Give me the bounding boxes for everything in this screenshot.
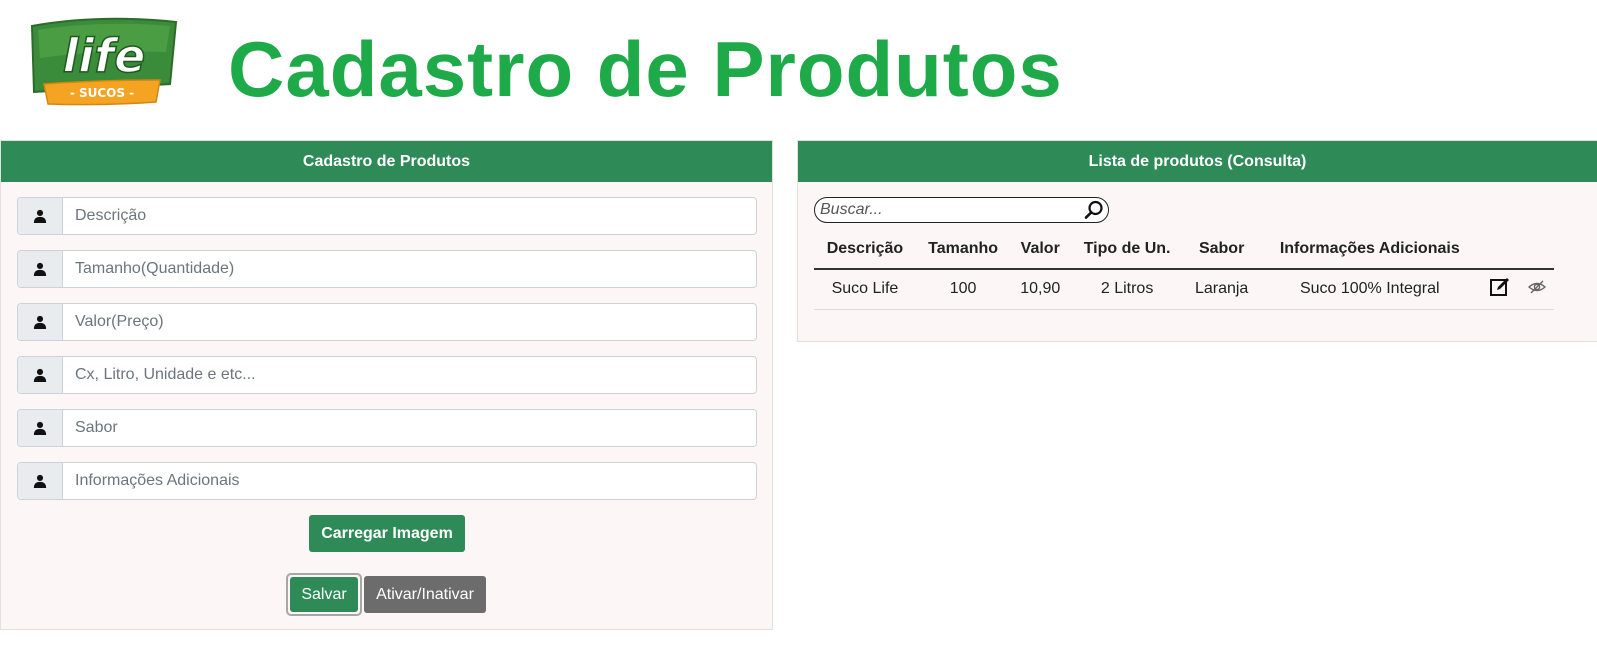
form-panel-title: Cadastro de Produtos [1,141,772,182]
column-header: Tipo de Un. [1083,239,1171,257]
additional-info-input[interactable] [63,463,756,499]
column-header: Sabor [1198,239,1245,257]
load-image-button[interactable]: Carregar Imagem [309,515,465,552]
product-table: Descrição Tamanho Valor Tipo de Un. Sabo… [814,229,1554,310]
list-panel-title: Lista de produtos (Consulta) [798,141,1597,182]
additional-info-field [17,462,757,500]
user-icon [18,198,63,234]
cell-description: Suco Life [831,280,899,298]
size-input[interactable] [63,251,756,287]
user-icon [18,304,63,340]
product-list-panel: Lista de produtos (Consulta) Descrição T… [797,140,1597,342]
search-input[interactable] [815,201,1080,219]
page-header: life - SUCOS - Cadastro de Produtos [0,0,1597,140]
search-icon[interactable] [1080,200,1108,220]
cell-flavor: Laranja [1194,280,1249,298]
activate-deactivate-button[interactable]: Ativar/Inativar [364,576,486,613]
price-field [17,303,757,341]
svg-text:life: life [63,29,146,83]
cell-price: 10,90 [1020,280,1061,298]
table-row[interactable]: Suco Life 100 10,90 2 Litros Laranja Suc… [814,269,1554,309]
user-icon [18,463,63,499]
edit-cell [1480,269,1519,309]
unit-type-field [17,356,757,394]
cell-additional-info: Suco 100% Integral [1299,280,1440,298]
actions-column-header [1519,229,1554,269]
visibility-cell [1519,269,1554,309]
save-button-focus-ring: Salvar [286,573,362,616]
page-title: Cadastro de Produtos [228,25,1063,113]
size-field [17,250,757,288]
column-header: Informações Adicionais [1279,239,1460,257]
edit-icon[interactable] [1489,276,1511,303]
user-icon [18,251,63,287]
column-header: Descrição [826,239,904,257]
cell-size: 100 [949,280,977,298]
column-header: Tamanho [928,239,999,257]
flavor-input[interactable] [63,410,756,446]
save-button[interactable]: Salvar [290,577,358,612]
cell-unit-type: 2 Litros [1100,280,1154,298]
column-header: Valor [1020,239,1060,257]
user-icon [18,357,63,393]
actions-column-header [1480,229,1519,269]
svg-text:- SUCOS -: - SUCOS - [70,86,134,100]
product-form-panel: Cadastro de Produtos Ca [0,140,773,630]
table-header-row: Descrição Tamanho Valor Tipo de Un. Sabo… [814,229,1554,269]
flavor-field [17,409,757,447]
description-input[interactable] [63,198,756,234]
life-sucos-logo: life - SUCOS - [30,17,178,106]
eye-off-icon[interactable] [1527,278,1546,301]
price-input[interactable] [63,304,756,340]
search-box [814,197,1109,223]
unit-type-input[interactable] [63,357,756,393]
description-field [17,197,757,235]
user-icon [18,410,63,446]
